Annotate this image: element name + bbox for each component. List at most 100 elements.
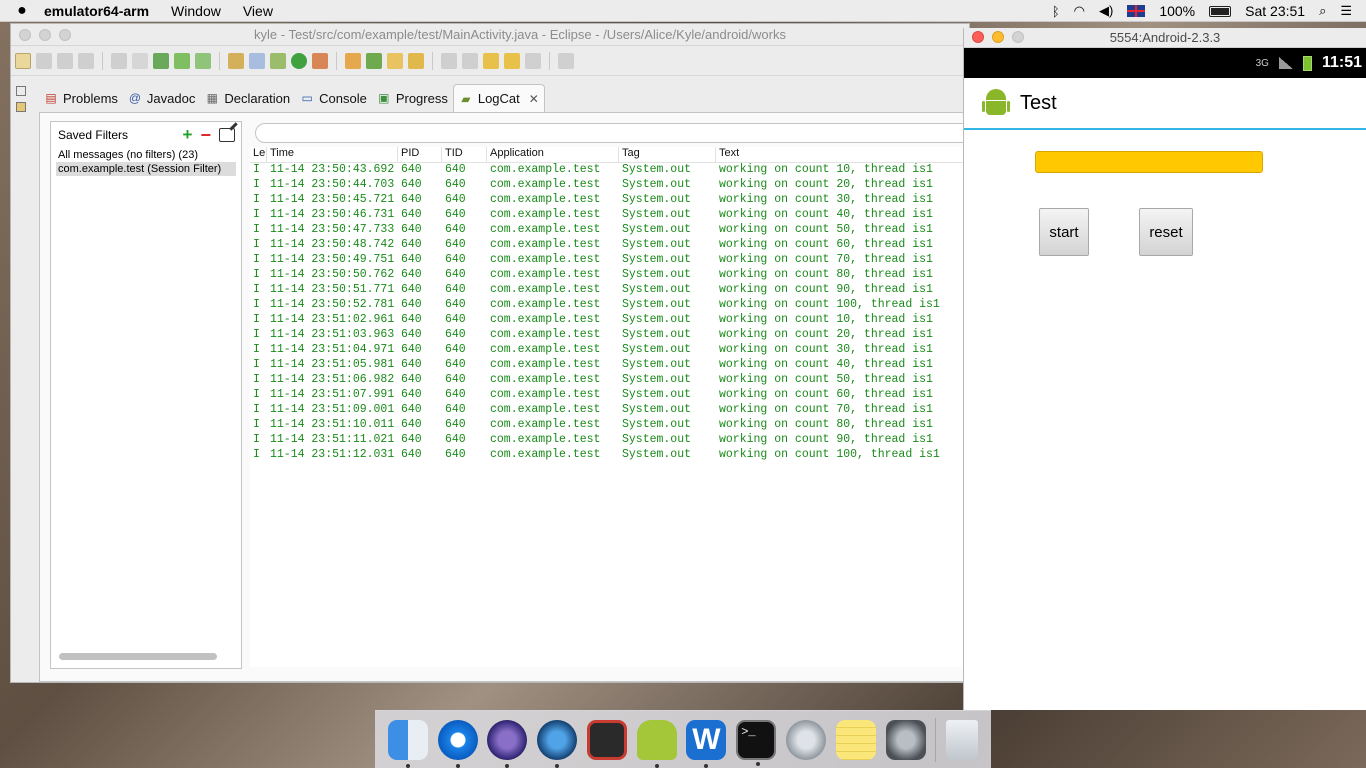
- android-icon[interactable]: [636, 719, 677, 768]
- column-header-text[interactable]: Text: [716, 147, 972, 162]
- filter-session[interactable]: com.example.test (Session Filter): [56, 162, 236, 176]
- open-type-icon[interactable]: [387, 52, 403, 69]
- table-row[interactable]: I 11-14 23:50:43.692 640 640 com.example.tes…: [250, 163, 972, 178]
- column-header-time[interactable]: Time: [267, 147, 398, 162]
- download-icon[interactable]: [153, 52, 169, 69]
- wifi-icon[interactable]: ◠: [1074, 3, 1085, 19]
- table-row[interactable]: I 11-14 23:50:51.771 640 640 com.example.tes…: [250, 283, 972, 298]
- column-header-level[interactable]: Le: [250, 147, 267, 162]
- table-row[interactable]: I 11-14 23:51:03.963 640 640 com.example.tes…: [250, 328, 972, 343]
- menu-view[interactable]: View: [243, 3, 273, 19]
- next-annotation-icon[interactable]: [441, 52, 457, 69]
- filters-scrollbar[interactable]: [59, 653, 217, 660]
- table-row[interactable]: I 11-14 23:51:04.971 640 640 com.example.tes…: [250, 343, 972, 358]
- close-tab-icon[interactable]: ✕: [529, 92, 539, 106]
- table-row[interactable]: I 11-14 23:51:09.001 640 640 com.example.tes…: [250, 403, 972, 418]
- input-source-flag-icon[interactable]: [1127, 5, 1146, 17]
- table-row[interactable]: I 11-14 23:51:12.031 640 640 com.example.tes…: [250, 448, 972, 463]
- column-header-tid[interactable]: TID: [442, 147, 487, 162]
- eclipse-icon[interactable]: [487, 719, 528, 768]
- volume-icon[interactable]: ◀): [1099, 3, 1113, 19]
- tab-javadoc[interactable]: @ Javadoc: [123, 84, 200, 112]
- package-explorer-icon[interactable]: [16, 102, 26, 112]
- table-row[interactable]: I 11-14 23:50:47.733 640 640 com.example.tes…: [250, 223, 972, 238]
- launchpad-icon[interactable]: [786, 719, 826, 760]
- finder-icon[interactable]: [387, 719, 428, 768]
- sdk-manager-icon[interactable]: [111, 52, 127, 69]
- start-button[interactable]: start: [1039, 208, 1089, 256]
- search-tool-icon[interactable]: [408, 52, 424, 69]
- tab-console[interactable]: ▭ Console: [295, 84, 372, 112]
- table-row[interactable]: I 11-14 23:50:49.751 640 640 com.example.tes…: [250, 253, 972, 268]
- restore-view-icon[interactable]: [16, 86, 26, 96]
- notification-center-icon[interactable]: ☰: [1340, 3, 1352, 19]
- checkbox-icon[interactable]: [195, 52, 211, 69]
- external-tools-icon[interactable]: [312, 52, 328, 69]
- table-row[interactable]: I 11-14 23:51:10.011 640 640 com.example.tes…: [250, 418, 972, 433]
- new-file-icon[interactable]: [15, 52, 31, 69]
- bluetooth-icon[interactable]: ᛒ: [1052, 4, 1060, 19]
- new-class-icon[interactable]: [366, 52, 382, 69]
- trash-icon[interactable]: [946, 719, 979, 760]
- column-header-application[interactable]: Application: [487, 147, 619, 162]
- add-filter-icon[interactable]: +: [183, 126, 193, 143]
- logcat-search-input[interactable]: [255, 123, 975, 143]
- table-row[interactable]: I 11-14 23:50:50.762 640 640 com.example.tes…: [250, 268, 972, 283]
- avd-manager-icon[interactable]: [132, 52, 148, 69]
- previous-annotation-icon[interactable]: [462, 52, 478, 69]
- quicktime-icon[interactable]: [537, 719, 578, 768]
- photo-booth-icon[interactable]: [586, 719, 627, 760]
- table-row[interactable]: I 11-14 23:50:44.703 640 640 com.example.tes…: [250, 178, 972, 193]
- system-preferences-icon[interactable]: [885, 719, 926, 760]
- debug-icon[interactable]: [270, 52, 286, 69]
- save-icon[interactable]: [36, 52, 52, 69]
- table-row[interactable]: I 11-14 23:51:05.981 640 640 com.example.tes…: [250, 358, 972, 373]
- tab-declaration[interactable]: ▦ Declaration: [200, 84, 295, 112]
- table-row[interactable]: I 11-14 23:51:11.021 640 640 com.example.tes…: [250, 433, 972, 448]
- tab-logcat[interactable]: ▰ LogCat ✕: [452, 84, 545, 112]
- spotlight-search-icon[interactable]: ⌕: [1319, 3, 1326, 19]
- save-all-icon[interactable]: [57, 52, 73, 69]
- tab-problems[interactable]: ▤ Problems: [39, 84, 123, 112]
- apple-menu-icon[interactable]: ●: [0, 2, 44, 20]
- tab-progress[interactable]: ▣ Progress: [372, 84, 453, 112]
- table-row[interactable]: I 11-14 23:50:48.742 640 640 com.example.tes…: [250, 238, 972, 253]
- zoom-window-button[interactable]: [59, 29, 71, 41]
- table-row[interactable]: I 11-14 23:51:07.991 640 640 com.example.tes…: [250, 388, 972, 403]
- table-row[interactable]: I 11-14 23:50:52.781 640 640 com.example.tes…: [250, 298, 972, 313]
- zoom-window-button[interactable]: [1012, 31, 1024, 43]
- notes-icon[interactable]: [835, 719, 876, 760]
- table-row[interactable]: I 11-14 23:51:02.961 640 640 com.example.tes…: [250, 313, 972, 328]
- menu-app-name[interactable]: emulator64-arm: [44, 3, 149, 19]
- clock[interactable]: Sat 23:51: [1245, 3, 1305, 19]
- minimize-window-button[interactable]: [992, 31, 1004, 43]
- word-icon[interactable]: W: [686, 719, 727, 768]
- toggle-breakpoint-icon[interactable]: [228, 52, 244, 69]
- forward-icon[interactable]: [525, 52, 541, 69]
- close-window-button[interactable]: [19, 29, 31, 41]
- menu-window[interactable]: Window: [171, 3, 221, 19]
- table-row[interactable]: I 11-14 23:50:45.721 640 640 com.example.tes…: [250, 193, 972, 208]
- battery-icon[interactable]: [1209, 5, 1232, 17]
- reset-button[interactable]: reset: [1139, 208, 1193, 256]
- battery-percent[interactable]: 100%: [1159, 3, 1195, 19]
- new-package-icon[interactable]: [345, 52, 361, 69]
- edit-filter-icon[interactable]: [219, 128, 235, 142]
- minimize-window-button[interactable]: [39, 29, 51, 41]
- last-edit-icon[interactable]: [483, 52, 499, 69]
- terminal-icon[interactable]: >_: [736, 719, 777, 766]
- run-icon[interactable]: [291, 52, 307, 69]
- remove-filter-icon[interactable]: −: [200, 126, 211, 144]
- filter-all-messages[interactable]: All messages (no filters) (23): [51, 148, 241, 162]
- column-header-pid[interactable]: PID: [398, 147, 442, 162]
- pin-editor-icon[interactable]: [558, 52, 574, 69]
- table-row[interactable]: I 11-14 23:50:46.731 640 640 com.example.tes…: [250, 208, 972, 223]
- skip-breakpoints-icon[interactable]: [249, 52, 265, 69]
- back-icon[interactable]: [504, 52, 520, 69]
- print-icon[interactable]: [78, 52, 94, 69]
- safari-icon[interactable]: [437, 719, 478, 768]
- android-project-icon[interactable]: [174, 52, 190, 69]
- close-window-button[interactable]: [972, 31, 984, 43]
- table-row[interactable]: I 11-14 23:51:06.982 640 640 com.example.tes…: [250, 373, 972, 388]
- column-header-tag[interactable]: Tag: [619, 147, 716, 162]
